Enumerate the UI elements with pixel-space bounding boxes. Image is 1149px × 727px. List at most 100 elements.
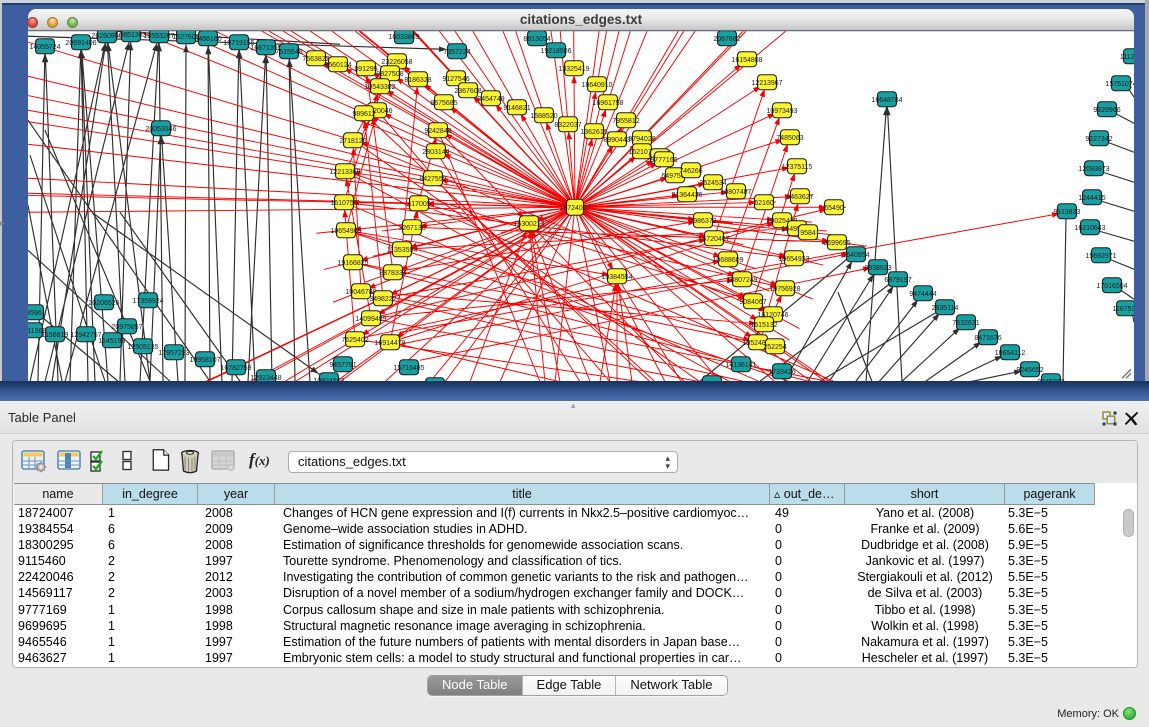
svg-text:6466160: 6466160 — [194, 36, 221, 43]
svg-text:15716485: 15716485 — [393, 365, 424, 372]
svg-text:9699695: 9699695 — [823, 240, 850, 247]
svg-text:9463627: 9463627 — [786, 194, 813, 201]
svg-text:10958107: 10958107 — [189, 357, 220, 364]
svg-text:3624534: 3624534 — [699, 180, 726, 187]
svg-text:10688609: 10688609 — [712, 257, 743, 264]
svg-text:10654112: 10654112 — [995, 350, 1026, 357]
svg-text:8675685: 8675685 — [430, 100, 457, 107]
svg-text:19218506: 19218506 — [540, 48, 571, 55]
svg-text:19384554: 19384554 — [601, 274, 632, 281]
svg-text:10046788: 10046788 — [345, 289, 376, 296]
svg-text:2803144: 2803144 — [422, 149, 449, 156]
svg-text:9245652: 9245652 — [1016, 367, 1043, 374]
svg-text:989612: 989612 — [352, 111, 375, 118]
svg-text:985961: 985961 — [28, 310, 46, 317]
svg-text:14055724: 14055724 — [29, 44, 60, 51]
svg-text:2935114: 2935114 — [932, 305, 959, 312]
svg-text:16914479: 16914479 — [374, 340, 405, 347]
svg-text:16033809: 16033809 — [388, 34, 419, 41]
svg-text:16648784: 16648784 — [871, 97, 902, 104]
svg-text:12942757: 12942757 — [70, 332, 101, 339]
svg-text:8813054: 8813054 — [523, 36, 550, 43]
svg-text:1615132: 1615132 — [750, 322, 777, 329]
svg-text:2718126: 2718126 — [339, 138, 366, 145]
svg-text:12093873: 12093873 — [1078, 166, 1109, 173]
svg-text:9127546: 9127546 — [442, 76, 469, 83]
svg-text:10553267: 10553267 — [143, 33, 174, 40]
svg-text:20691406: 20691406 — [65, 40, 96, 47]
svg-text:18640910: 18640910 — [581, 82, 612, 89]
svg-text:15720407: 15720407 — [698, 236, 729, 243]
svg-text:8938923: 8938923 — [864, 265, 891, 272]
svg-text:16154808: 16154808 — [731, 57, 762, 64]
svg-text:746266: 746266 — [679, 168, 702, 175]
svg-text:1640954: 1640954 — [842, 252, 869, 259]
svg-text:15300213: 15300213 — [513, 221, 544, 228]
svg-text:1244415: 1244415 — [1078, 195, 1105, 202]
svg-text:9227342: 9227342 — [1085, 136, 1112, 143]
svg-text:10973493: 10973493 — [766, 108, 797, 115]
svg-text:12375115: 12375115 — [782, 164, 813, 171]
svg-text:252254: 252254 — [763, 344, 786, 351]
svg-text:19654923: 19654923 — [778, 256, 809, 263]
svg-text:8427552: 8427552 — [419, 176, 446, 183]
svg-text:1112734: 1112734 — [1120, 54, 1134, 61]
svg-text:17016504: 17016504 — [1096, 283, 1127, 290]
svg-text:9146821: 9146821 — [503, 105, 530, 112]
svg-text:9474444: 9474444 — [909, 291, 936, 298]
svg-text:2087682: 2087682 — [713, 36, 740, 43]
svg-text:1167533: 1167533 — [1113, 306, 1134, 313]
svg-text:18724007: 18724007 — [559, 205, 590, 212]
svg-text:62160: 62160 — [754, 200, 774, 207]
svg-text:8454749: 8454749 — [477, 96, 504, 103]
svg-text:10543382: 10543382 — [364, 84, 395, 91]
svg-text:16961758: 16961758 — [592, 100, 623, 107]
svg-text:10807487: 10807487 — [720, 189, 751, 196]
svg-text:15692971: 15692971 — [1085, 253, 1116, 260]
svg-text:14136141: 14136141 — [725, 362, 756, 369]
svg-text:7632621: 7632621 — [952, 320, 979, 327]
svg-text:17359924: 17359924 — [132, 298, 163, 305]
svg-text:12213369: 12213369 — [329, 169, 360, 176]
svg-text:1145193: 1145193 — [99, 338, 126, 345]
svg-text:8878334: 8878334 — [379, 270, 406, 277]
svg-text:7986372: 7986372 — [689, 218, 716, 225]
svg-text:2367608: 2367608 — [454, 88, 481, 95]
svg-text:15751074: 15751074 — [1105, 81, 1134, 88]
svg-text:20975857: 20975857 — [111, 324, 142, 331]
svg-text:18807249: 18807249 — [726, 277, 757, 284]
svg-text:19654985: 19654985 — [330, 228, 361, 235]
svg-text:12505135: 12505135 — [127, 344, 158, 351]
svg-text:8990443: 8990443 — [603, 137, 630, 144]
svg-text:12213967: 12213967 — [751, 80, 782, 87]
svg-text:7357224: 7357224 — [443, 49, 470, 56]
svg-text:9827508: 9827508 — [376, 71, 403, 78]
svg-text:1733426: 1733426 — [768, 369, 795, 376]
svg-text:9113833: 9113833 — [1054, 209, 1081, 216]
svg-text:1362615: 1362615 — [580, 129, 607, 136]
svg-text:11353594: 11353594 — [387, 247, 418, 254]
svg-text:19166825: 19166825 — [337, 260, 368, 267]
svg-text:7955812: 7955812 — [612, 118, 639, 125]
svg-text:7485063: 7485063 — [776, 135, 803, 142]
svg-text:10851363: 10851363 — [115, 32, 146, 39]
svg-text:7625402: 7625402 — [341, 337, 368, 344]
svg-text:3267130: 3267130 — [398, 225, 425, 232]
svg-text:21364436: 21364436 — [671, 192, 702, 199]
svg-text:14099489: 14099489 — [355, 316, 386, 323]
svg-text:6879197: 6879197 — [884, 277, 911, 284]
svg-text:1156819: 1156819 — [42, 332, 69, 339]
svg-text:20206526: 20206526 — [88, 300, 119, 307]
svg-text:9084067: 9084067 — [739, 299, 766, 306]
svg-text:8471676: 8471676 — [974, 335, 1001, 342]
svg-text:7515546: 7515546 — [275, 49, 302, 56]
svg-text:891295: 891295 — [354, 66, 377, 73]
svg-text:9794028: 9794028 — [628, 136, 655, 143]
svg-text:23226058: 23226058 — [381, 59, 412, 66]
svg-text:417005: 417005 — [407, 201, 430, 208]
svg-text:8322037: 8322037 — [554, 122, 581, 129]
svg-text:9777169: 9777169 — [650, 157, 677, 164]
svg-text:9457791: 9457791 — [329, 362, 356, 369]
svg-text:13325419: 13325419 — [558, 66, 589, 73]
svg-text:9242848: 9242848 — [424, 128, 451, 135]
